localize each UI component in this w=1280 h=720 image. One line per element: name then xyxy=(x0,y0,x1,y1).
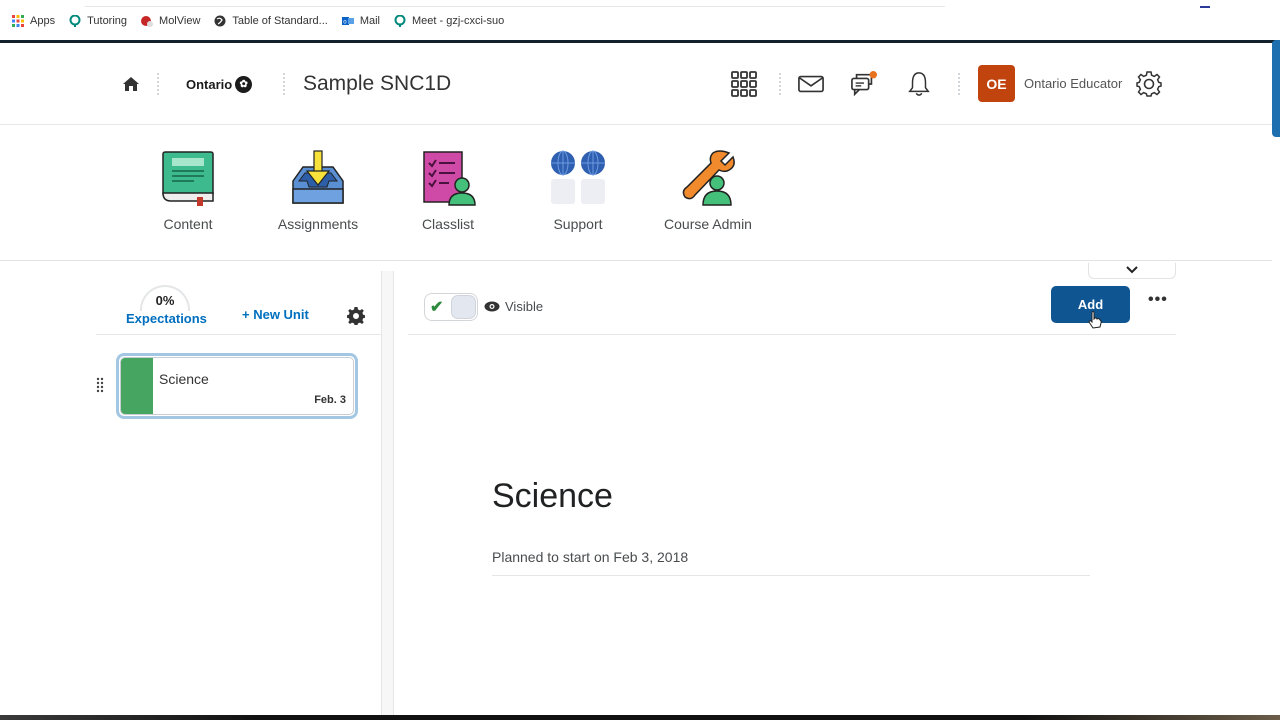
window-bottom-edge xyxy=(0,715,1280,720)
settings-gear-icon[interactable] xyxy=(347,307,365,325)
bookmark-label: Meet - gzj-cxci-suo xyxy=(411,15,505,27)
bookmark-tutoring[interactable]: Tutoring xyxy=(69,15,127,27)
bookmark-label: Mail xyxy=(359,15,380,27)
course-title[interactable]: Sample SNC1D xyxy=(303,72,451,96)
separator xyxy=(958,73,960,95)
visibility-status: Visible xyxy=(484,299,543,314)
eye-icon xyxy=(484,301,500,312)
separator xyxy=(779,73,781,95)
book-icon xyxy=(162,151,214,206)
classlist-icon xyxy=(423,151,476,206)
nav-content[interactable]: Content xyxy=(133,149,243,232)
unit-list-panel: 0% Expectations + New Unit Science Feb. … xyxy=(96,271,382,716)
notification-dot xyxy=(869,71,877,79)
bookmark-label: MolView xyxy=(159,15,201,27)
home-icon[interactable] xyxy=(122,75,140,93)
unit-detail-toolbar: ✔ Visible Add ••• xyxy=(408,263,1176,335)
org-name: Ontario xyxy=(186,77,233,92)
divider xyxy=(492,575,1090,576)
ontario-logo[interactable]: Ontario ✿ xyxy=(186,76,253,93)
expectations-link[interactable]: Expectations xyxy=(126,311,207,326)
apps-grid-icon xyxy=(12,15,24,27)
support-globes-icon xyxy=(551,150,605,204)
unit-planned-date: Planned to start on Feb 3, 2018 xyxy=(492,549,689,565)
chevron-down-icon xyxy=(1126,266,1138,274)
meet-icon xyxy=(394,15,406,27)
settings-gear-icon[interactable] xyxy=(1136,71,1162,97)
message-alerts-icon[interactable] xyxy=(851,71,877,97)
nav-label: Classlist xyxy=(421,216,475,232)
bookmark-mail[interactable]: o Mail xyxy=(341,15,380,27)
user-avatar[interactable]: OE xyxy=(978,65,1015,102)
unit-detail-panel: ✔ Visible Add ••• Science Planned to sta… xyxy=(408,263,1176,716)
address-bar-edge xyxy=(85,6,945,7)
nav-course-admin[interactable]: Course Admin xyxy=(653,149,763,232)
bookmark-label: Tutoring xyxy=(87,15,128,27)
unit-card[interactable]: Science Feb. 3 xyxy=(116,353,358,419)
toggle-knob xyxy=(451,295,476,319)
bookmark-meet[interactable]: Meet - gzj-cxci-suo xyxy=(394,15,504,27)
user-name[interactable]: Ontario Educator xyxy=(1024,76,1122,91)
hand-cursor-icon xyxy=(1088,311,1102,329)
collapse-toggle[interactable] xyxy=(1088,263,1176,279)
inbox-download-icon xyxy=(292,150,344,204)
course-selector-grid-icon[interactable] xyxy=(731,71,757,97)
visibility-label: Visible xyxy=(505,299,544,314)
bell-icon[interactable] xyxy=(906,71,932,97)
bookmark-table-of-standard[interactable]: Table of Standard... xyxy=(214,15,328,27)
nav-assignments[interactable]: Assignments xyxy=(263,149,373,232)
bookmark-apps[interactable]: Apps xyxy=(12,15,55,27)
separator xyxy=(157,73,159,95)
nav-label: Support xyxy=(553,216,603,232)
unit-list-toolbar: 0% Expectations + New Unit xyxy=(96,271,382,335)
unit-color-bar xyxy=(121,358,153,414)
new-unit-button[interactable]: + New Unit xyxy=(242,307,309,322)
course-navbar: Content Assignments Classlist Support Co… xyxy=(0,125,1272,261)
wrench-user-icon xyxy=(682,150,735,206)
visibility-toggle[interactable]: ✔ xyxy=(424,293,478,321)
side-panel-handle[interactable] xyxy=(1272,40,1280,137)
more-options-button[interactable]: ••• xyxy=(1148,291,1168,309)
trillium-icon: ✿ xyxy=(235,76,253,93)
meet-icon xyxy=(69,15,81,27)
nav-classlist[interactable]: Classlist xyxy=(393,149,503,232)
unit-title: Science xyxy=(492,477,613,515)
nav-label: Content xyxy=(163,216,213,232)
separator xyxy=(283,73,285,95)
nav-label: Assignments xyxy=(277,216,359,232)
bookmarks-bar: Apps Tutoring MolView Table of Standard.… xyxy=(0,0,1280,42)
mail-icon[interactable] xyxy=(798,71,824,97)
nav-support[interactable]: Support xyxy=(523,149,633,232)
course-header: Ontario ✿ Sample SNC1D OE Ontario Educat… xyxy=(0,43,1272,125)
nav-label: Course Admin xyxy=(664,216,752,232)
bookmark-label: Table of Standard... xyxy=(232,15,328,27)
globe-icon xyxy=(214,15,226,27)
bookmark-molview[interactable]: MolView xyxy=(141,15,200,27)
outlook-icon: o xyxy=(341,17,354,26)
drag-handle-icon[interactable] xyxy=(96,377,104,393)
checkmark-icon: ✔ xyxy=(430,299,444,316)
panel-resizer[interactable] xyxy=(381,271,394,716)
browser-indicator xyxy=(1200,6,1210,8)
unit-name: Science xyxy=(159,371,209,387)
molview-icon xyxy=(141,16,154,27)
expectations-percent: 0% xyxy=(155,293,175,308)
unit-date: Feb. 3 xyxy=(314,394,346,406)
bookmark-label: Apps xyxy=(30,15,56,27)
